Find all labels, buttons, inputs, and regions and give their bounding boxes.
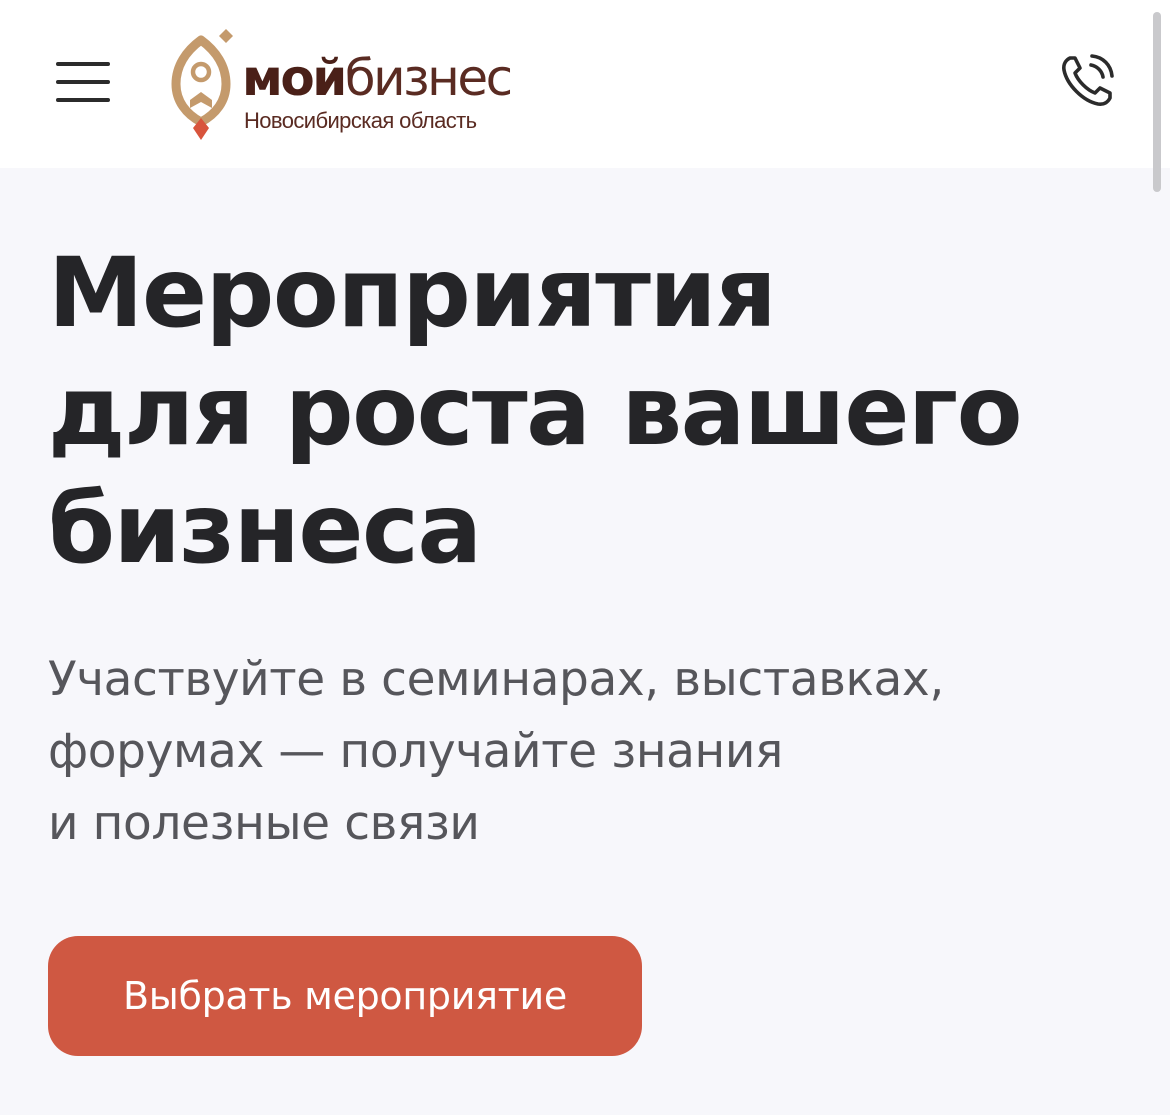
site-logo[interactable]: мойбизнес Новосибирская область: [168, 26, 568, 142]
phone-call-icon: [1062, 54, 1114, 106]
hamburger-menu-icon-line-middle: [56, 80, 110, 84]
scrollbar-thumb[interactable]: [1153, 12, 1161, 192]
phone-button[interactable]: [1058, 52, 1116, 110]
hero-title: Мероприятия для роста вашего бизнеса: [48, 237, 1023, 585]
site-header: мойбизнес Новосибирская область: [0, 0, 1170, 192]
menu-button[interactable]: [56, 58, 112, 106]
brand-name-light: бизнес: [344, 49, 513, 107]
hamburger-menu-icon-line-bottom: [56, 98, 110, 102]
brand-name-bold: мой: [242, 49, 347, 107]
region-label: Новосибирская область: [244, 108, 477, 133]
brand-name: мойбизнес: [242, 46, 513, 110]
rocket-pin-icon: [171, 29, 233, 140]
hamburger-menu-icon-line-top: [56, 62, 110, 66]
choose-event-button[interactable]: Выбрать мероприятие: [48, 936, 642, 1056]
hero-subtitle: Участвуйте в семинарах, выставках, форум…: [48, 652, 944, 851]
page: мойбизнес Новосибирская область Мероприя…: [0, 0, 1170, 1115]
